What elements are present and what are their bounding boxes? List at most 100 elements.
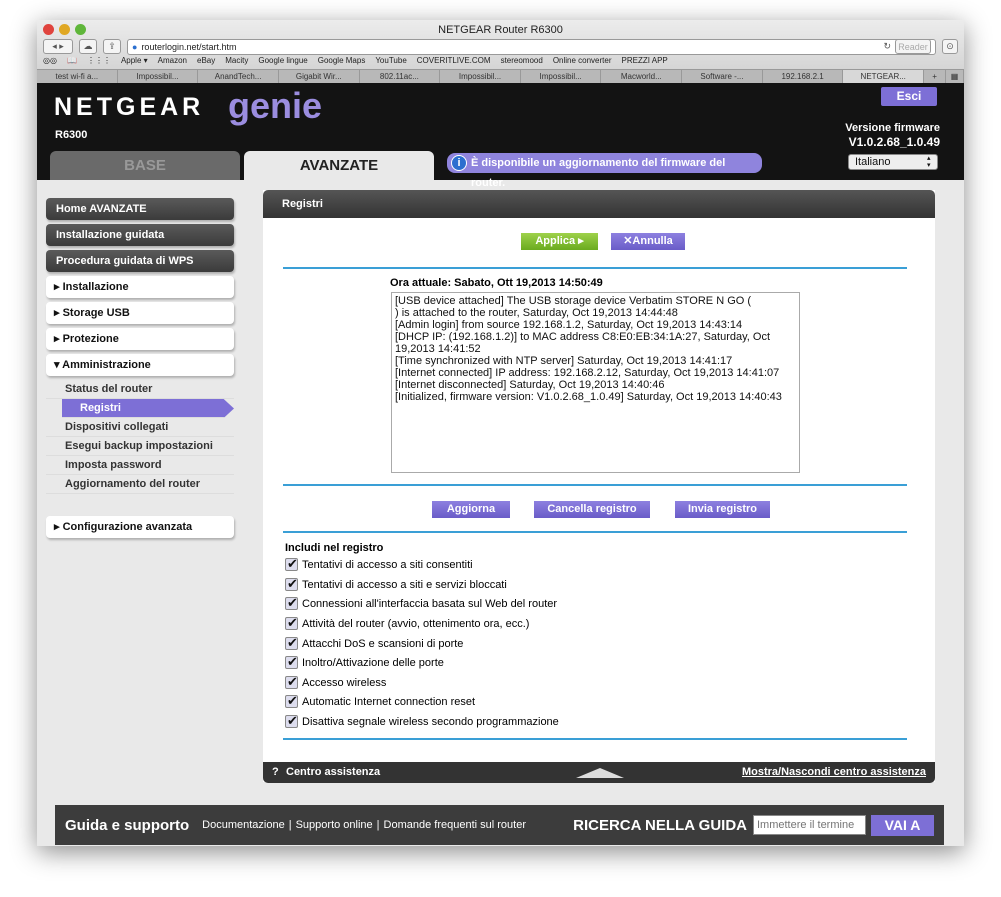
browser-tab[interactable]: AnandTech...	[198, 70, 279, 83]
tab-base[interactable]: BASE	[50, 151, 240, 180]
sidebar-security[interactable]: ▸ Protezione	[46, 328, 234, 350]
sidebar-setup[interactable]: ▸ Installazione	[46, 276, 234, 298]
reader-button[interactable]: Reader	[895, 39, 931, 54]
faq-link[interactable]: Domande frequenti sul router	[384, 819, 526, 831]
share-icon[interactable]: ⇪	[103, 39, 121, 54]
browser-tab[interactable]: Impossibil...	[521, 70, 602, 83]
checkbox-checked[interactable]	[285, 615, 298, 631]
sidebar-item-attached-devices[interactable]: Dispositivi collegati	[46, 418, 234, 437]
bookmark[interactable]: Apple ▾	[121, 56, 148, 65]
browser-tab[interactable]: test wi-fi a...	[37, 70, 118, 83]
option-allowed-sites[interactable]: Tentativi di accesso a siti consentiti	[285, 556, 473, 572]
checkbox-checked[interactable]	[285, 654, 298, 670]
sidebar-wps-wizard[interactable]: Procedura guidata di WPS	[46, 250, 234, 272]
reading-list-icon[interactable]: ◎◎	[43, 56, 57, 65]
bookmark[interactable]: COVERITLIVE.COM	[417, 56, 491, 65]
sidebar-item-backup-settings[interactable]: Esegui backup impostazioni	[46, 437, 234, 456]
option-wireless-schedule[interactable]: Disattiva segnale wireless secondo progr…	[285, 713, 559, 729]
bookmark[interactable]: Macity	[225, 56, 248, 65]
bookmarks-bar: ◎◎ 📖 ⋮⋮⋮ Apple ▾ Amazon eBay Macity Google lin…	[43, 56, 668, 65]
option-wireless-access[interactable]: Accesso wireless	[285, 674, 386, 690]
online-support-link[interactable]: Supporto online	[296, 819, 373, 831]
checkbox-checked[interactable]	[285, 576, 298, 592]
checkbox-checked[interactable]	[285, 556, 298, 572]
sidebar-item-router-update[interactable]: Aggiornamento del router	[46, 475, 234, 494]
reload-icon[interactable]: ↻	[883, 41, 891, 52]
tab-overview-button[interactable]: ▦	[946, 70, 964, 83]
checkbox-checked[interactable]	[285, 635, 298, 651]
top-sites-icon[interactable]: ⋮⋮⋮	[87, 56, 111, 65]
url-text: routerlogin.net/start.htm	[141, 41, 237, 52]
option-web-connections[interactable]: Connessioni all'interfaccia basata sul W…	[285, 595, 557, 611]
bookmark[interactable]: Google lingue	[258, 56, 307, 65]
browser-tabs: test wi-fi a... Impossibil... AnandTech...…	[37, 69, 964, 83]
log-textarea[interactable]: [USB device attached] The USB storage de…	[391, 292, 800, 473]
sidebar-item-set-password[interactable]: Imposta password	[46, 456, 234, 475]
sidebar-advanced-setup[interactable]: ▸ Configurazione avanzata	[46, 516, 234, 538]
toggle-help-link[interactable]: Mostra/Nascondi centro assistenza	[742, 762, 926, 783]
router-header: NETGEAR genie R6300 Esci Versione firmwar…	[37, 83, 964, 189]
logout-button[interactable]: Esci	[881, 87, 937, 106]
sidebar-item-logs[interactable]: Registri	[62, 399, 234, 418]
browser-tab[interactable]: 802.11ac...	[360, 70, 441, 83]
option-dos-attacks[interactable]: Attacchi DoS e scansioni di porte	[285, 635, 463, 651]
docs-link[interactable]: Documentazione	[202, 819, 285, 831]
tab-advanced[interactable]: AVANZATE	[244, 151, 434, 180]
info-icon: i	[451, 155, 467, 171]
back-forward-button[interactable]: ◂ ▸	[43, 39, 73, 54]
current-time: Ora attuale: Sabato, Ott 19,2013 14:50:4…	[390, 277, 603, 289]
help-search-input[interactable]	[753, 815, 866, 835]
new-tab-button[interactable]: +	[924, 70, 947, 83]
sidebar: Home AVANZATE Installazione guidata Proc…	[46, 198, 234, 542]
firmware-update-notice[interactable]: iÈ disponibile un aggiornamento del firm…	[447, 153, 762, 189]
send-log-button[interactable]: Invia registro	[675, 501, 770, 518]
cancel-button[interactable]: ✕Annulla	[611, 233, 685, 250]
help-icon: ?	[272, 766, 279, 778]
sidebar-home-advanced[interactable]: Home AVANZATE	[46, 198, 234, 220]
bookmark[interactable]: Online converter	[553, 56, 612, 65]
window-title: NETGEAR Router R6300	[438, 24, 563, 36]
bookmark[interactable]: eBay	[197, 56, 215, 65]
option-router-activity[interactable]: Attività del router (avvio, ottenimento …	[285, 615, 529, 631]
downloads-icon[interactable]: ⊙	[942, 39, 958, 54]
netgear-logo: NETGEAR genie	[54, 85, 323, 126]
bookmark[interactable]: Amazon	[158, 56, 187, 65]
language-select[interactable]: Italiano	[848, 154, 938, 170]
globe-icon: ●	[132, 41, 138, 52]
option-blocked-sites[interactable]: Tentativi di accesso a siti e servizi bl…	[285, 576, 507, 592]
browser-tab[interactable]: Impossibil...	[440, 70, 521, 83]
address-bar[interactable]: ● routerlogin.net/start.htm ↻ Reader	[127, 38, 936, 55]
bookmark[interactable]: YouTube	[375, 56, 406, 65]
sidebar-usb-storage[interactable]: ▸ Storage USB	[46, 302, 234, 324]
browser-tab[interactable]: Impossibil...	[118, 70, 199, 83]
expand-help-icon[interactable]	[576, 768, 624, 778]
bookmarks-icon[interactable]: 📖	[67, 56, 77, 65]
checkbox-checked[interactable]	[285, 595, 298, 611]
browser-tab[interactable]: Gigabit Wir...	[279, 70, 360, 83]
checkbox-checked[interactable]	[285, 674, 298, 690]
help-center-label: Centro assistenza	[286, 766, 381, 778]
refresh-button[interactable]: Aggiorna	[432, 501, 510, 518]
clear-log-button[interactable]: Cancella registro	[534, 501, 650, 518]
cloud-icon[interactable]: ☁	[79, 39, 97, 54]
option-internet-reset[interactable]: Automatic Internet connection reset	[285, 693, 475, 709]
bookmark[interactable]: PREZZI APP	[622, 56, 668, 65]
apply-button[interactable]: Applica ▸	[521, 233, 598, 250]
checkbox-checked[interactable]	[285, 693, 298, 709]
browser-tab[interactable]: Macworld...	[601, 70, 683, 83]
browser-tab[interactable]: 192.168.2.1	[763, 70, 844, 83]
sidebar-item-router-status[interactable]: Status del router	[46, 380, 234, 399]
bookmark[interactable]: stereomood	[501, 56, 543, 65]
sidebar-administration[interactable]: ▾ Amministrazione	[46, 354, 234, 376]
bookmark[interactable]: Google Maps	[318, 56, 366, 65]
logs-panel: Registri Applica ▸ ✕Annulla Ora attuale:…	[263, 190, 935, 782]
search-go-button[interactable]: VAI A	[871, 814, 934, 836]
checkbox-checked[interactable]	[285, 713, 298, 729]
footer: Guida e supporto Documentazione | Support…	[55, 805, 944, 845]
sidebar-setup-wizard[interactable]: Installazione guidata	[46, 224, 234, 246]
divider	[283, 267, 907, 269]
option-port-forwarding[interactable]: Inoltro/Attivazione delle porte	[285, 654, 444, 670]
browser-tab[interactable]: Software -...	[682, 70, 763, 83]
browser-tab-active[interactable]: NETGEAR...	[843, 70, 925, 83]
footer-title: Guida e supporto	[65, 816, 190, 834]
